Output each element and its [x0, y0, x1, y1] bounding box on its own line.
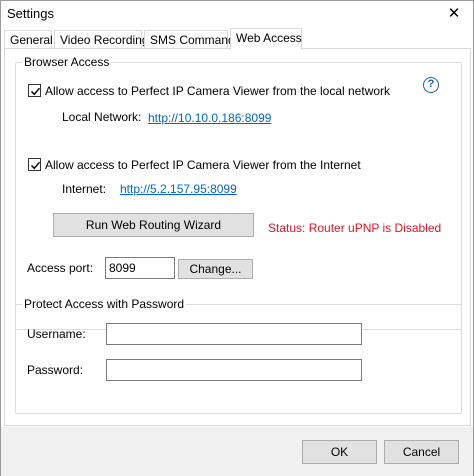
change-port-button[interactable]: Change... [178, 259, 253, 279]
tab-general[interactable]: General [4, 30, 53, 49]
access-port-input[interactable] [105, 257, 175, 279]
tab-web-access[interactable]: Web Access [230, 28, 302, 50]
local-network-checkbox-label: Allow access to Perfect IP Camera Viewer… [45, 84, 391, 98]
close-icon[interactable]: ✕ [439, 1, 469, 27]
local-network-label: Local Network: [62, 110, 142, 124]
browser-access-label: Browser Access [22, 55, 112, 69]
local-network-url-link[interactable]: http://10.10.0.186:8099 [148, 111, 271, 125]
tab-sms-commands[interactable]: SMS Commands [144, 30, 241, 49]
window-title: Settings [7, 6, 54, 21]
internet-checkbox-label: Allow access to Perfect IP Camera Viewer… [45, 158, 361, 172]
settings-window: Settings ✕ General Video Recording SMS C… [0, 0, 474, 476]
help-icon[interactable]: ? [423, 77, 439, 93]
password-input[interactable] [106, 359, 362, 381]
tab-strip: General Video Recording SMS Commands Web… [3, 28, 473, 50]
title-bar: Settings ✕ [1, 1, 473, 27]
web-access-panel: Browser Access ? Allow access to Perfect… [4, 48, 471, 426]
internet-url-link[interactable]: http://5.2.157.95:8099 [120, 182, 237, 196]
checkmark-icon [30, 87, 41, 96]
username-input[interactable] [106, 323, 362, 345]
access-port-label: Access port: [27, 261, 94, 275]
upnp-status-text: Status: Router uPNP is Disabled [268, 221, 442, 235]
run-web-routing-wizard-button[interactable]: Run Web Routing Wizard [53, 213, 254, 237]
internet-checkbox[interactable] [28, 158, 41, 171]
dialog-footer: OK Cancel [1, 427, 473, 476]
checkmark-icon [30, 161, 41, 170]
browser-access-group: Browser Access [15, 55, 462, 330]
internet-label: Internet: [62, 182, 107, 196]
cancel-button[interactable]: Cancel [384, 440, 459, 464]
protect-access-label: Protect Access with Password [22, 297, 187, 311]
ok-button[interactable]: OK [302, 440, 377, 464]
tab-video-recording[interactable]: Video Recording [54, 30, 149, 49]
local-network-checkbox[interactable] [28, 84, 41, 97]
password-label: Password: [27, 363, 84, 377]
username-label: Username: [27, 327, 86, 341]
